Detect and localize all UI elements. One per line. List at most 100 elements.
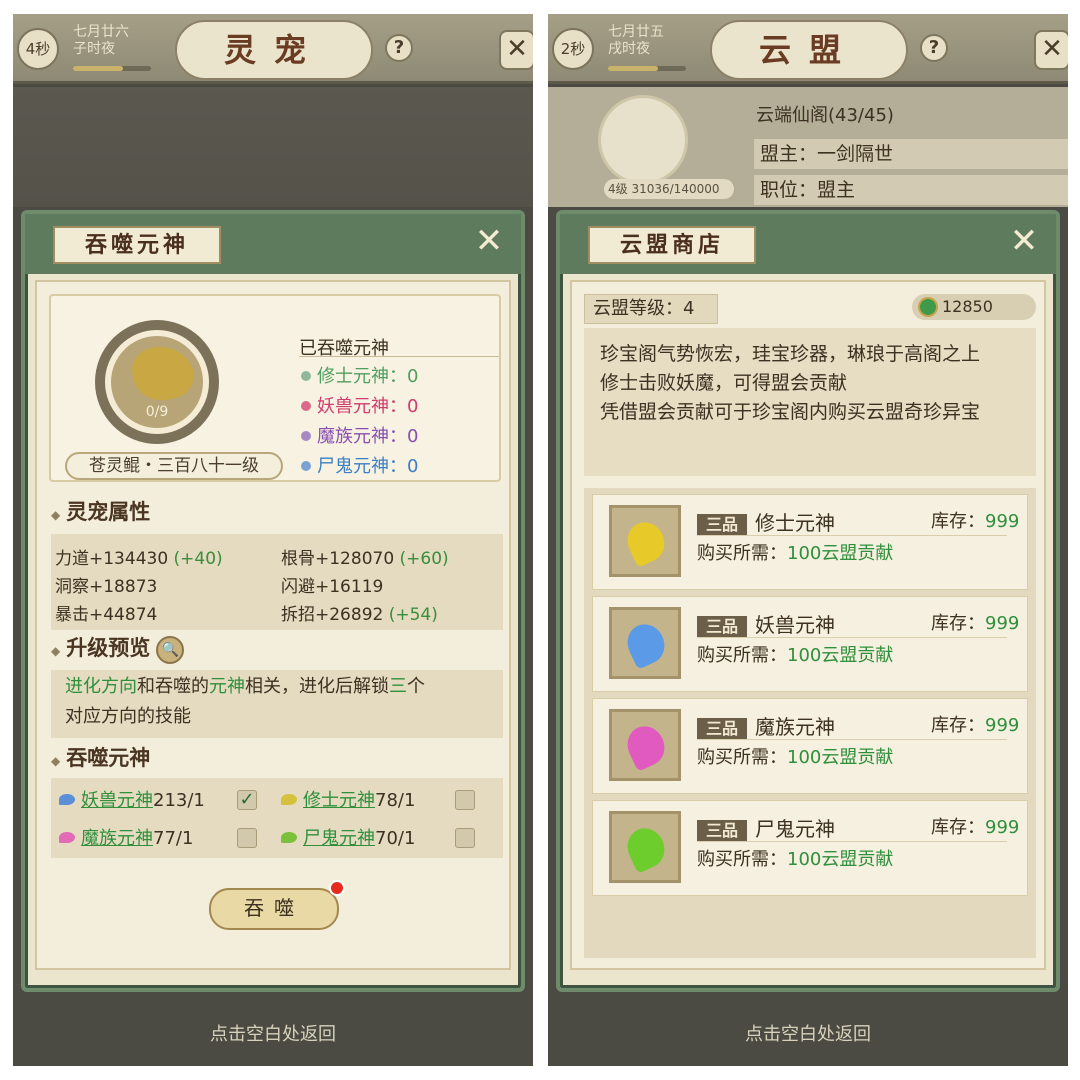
flame-icon [621,720,671,772]
checkbox-beast[interactable]: ✓ [237,790,257,810]
item-icon [609,607,681,679]
time-line: 子时夜 [73,41,115,57]
union-exp: 31036/140000 [631,182,720,196]
text: 相关，进化后解锁 [245,676,389,697]
game-date: 七月廿六 子时夜 [73,24,129,58]
text: 和吞噬的 [137,676,209,697]
return-hint[interactable]: 点击空白处返回 [13,1020,533,1046]
item-icon [609,811,681,883]
dot-icon [301,461,311,471]
item-stock: 库存：999 [931,609,1019,635]
item-link[interactable]: 尸鬼元神 [303,828,375,849]
section-label: 吞噬元神 [66,745,151,770]
search-icon[interactable]: 🔍 [156,635,185,664]
attr-insight: 洞察+18873 [55,572,157,597]
panel-close-icon[interactable]: ✕ [1006,224,1042,260]
pet-figure-icon [128,340,198,406]
shop-info: 云盟等级：4 12850 [584,294,1036,324]
devour-item-demon[interactable]: 魔族元神77/1 [59,824,193,850]
return-hint[interactable]: 点击空白处返回 [548,1020,1068,1046]
shop-list: 三品 修士元神 库存：999 购买所需：100云盟贡献 三品 妖兽元神 库存：999… [584,488,1036,958]
help-icon[interactable]: ? [385,34,413,62]
dot-icon [301,371,311,381]
background [13,87,533,207]
item-stock: 库存：999 [931,813,1019,839]
cost-value: 100云盟贡献 [787,849,894,870]
union-level-bar: 4级 31036/140000 [604,179,734,199]
attr-bonus: (+54) [388,605,438,625]
item-name: 妖兽元神 [755,613,835,637]
grade-badge: 三品 [697,514,747,536]
attr-dodge: 闪避+16119 [281,572,383,597]
attr-constitution: 根骨+128070 (+60) [281,544,449,569]
pet-summary: 0/9 苍灵鲲・三百八十一级 已吞噬元神 修士元神：0 妖兽元神：0 魔族元神：… [49,294,501,482]
devour-item-beast[interactable]: 妖兽元神213/1 [59,786,205,812]
divider [697,637,1007,638]
cost-label: 购买所需： [697,543,787,564]
desc-line: 珍宝阁气势恢宏，珪宝珍器，琳琅于高阁之上 [600,343,981,365]
stock-label: 库存： [931,715,985,736]
pet-name: 苍灵鲲・三百八十一级 [65,452,283,480]
item-link[interactable]: 修士元神 [303,790,375,811]
panel-body: 0/9 苍灵鲲・三百八十一级 已吞噬元神 修士元神：0 妖兽元神：0 魔族元神：… [35,280,511,970]
game-date: 七月廿五 戌时夜 [608,24,664,58]
checkbox-cultivator[interactable] [455,790,475,810]
item-link[interactable]: 妖兽元神 [81,790,153,811]
coin-amount: 12850 [942,297,993,316]
help-icon[interactable]: ? [920,34,948,62]
text: 个 [407,676,425,697]
time-progress [73,66,151,71]
text-highlight: 元神 [209,676,245,697]
pet-portrait[interactable]: 0/9 [95,320,219,444]
item-title: 三品 修士元神 [697,507,835,536]
union-position: 职位：盟主 [754,175,1068,205]
close-icon[interactable]: ✕ [499,30,533,70]
attr-list: 力道+134430 (+40) 根骨+128070 (+60) 洞察+18873… [51,534,503,630]
top-bar: 2秒 七月廿五 戌时夜 云盟 ? ✕ [548,14,1068,84]
item-name: 魔族元神 [755,715,835,739]
soul-count: 0/9 [145,404,169,420]
panel-title: 云盟商店 [588,226,756,264]
dot-icon [301,431,311,441]
shop-item-beast[interactable]: 三品 妖兽元神 库存：999 购买所需：100云盟贡献 [592,596,1028,692]
item-name: 尸鬼元神 [755,817,835,841]
close-icon[interactable]: ✕ [1034,30,1068,70]
flame-icon [621,822,671,874]
devour-item-ghoul[interactable]: 尸鬼元神70/1 [281,824,415,850]
stock-label: 库存： [931,511,985,532]
flame-icon [59,794,75,805]
checkbox-ghoul[interactable] [455,828,475,848]
item-count: 78/1 [375,790,416,811]
stock-value: 999 [985,613,1020,634]
eaten-demon: 魔族元神：0 [301,422,418,448]
attr-bonus: (+40) [173,549,223,569]
text-highlight: 三 [389,676,407,697]
diamond-icon: ◆ [51,508,61,522]
attr-name: 根骨+128070 [281,549,395,569]
panel-close-icon[interactable]: ✕ [471,224,507,260]
desc-line: 修士击败妖魔，可得盟会贡献 [600,372,848,394]
devour-list: 妖兽元神213/1 ✓ 修士元神78/1 魔族元神77/1 尸鬼元神70/1 [51,778,503,858]
shop-item-cultivator[interactable]: 三品 修士元神 库存：999 购买所需：100云盟贡献 [592,494,1028,590]
page-title: 云盟 [710,20,908,80]
shop-item-ghoul[interactable]: 三品 尸鬼元神 库存：999 购买所需：100云盟贡献 [592,800,1028,896]
preview-text: 进化方向和吞噬的元神相关，进化后解锁三个 对应方向的技能 [51,670,503,738]
item-name: 修士元神 [755,511,835,535]
text-highlight: 进化方向 [65,676,137,697]
attr-bonus: (+60) [399,549,449,569]
flame-icon [281,794,297,805]
shop-item-demon[interactable]: 三品 魔族元神 库存：999 购买所需：100云盟贡献 [592,698,1028,794]
pet-screen: 4秒 七月廿六 子时夜 灵宠 ? ✕ 吞噬元神 ✕ 0/9 苍灵鲲・三百八十一级 [13,14,533,1066]
checkbox-demon[interactable] [237,828,257,848]
stock-value: 999 [985,715,1020,736]
eaten-label: 妖兽元神：0 [317,396,419,417]
cost-label: 购买所需： [697,849,787,870]
page-title: 灵宠 [175,20,373,80]
divider [299,356,499,357]
flame-icon [281,832,297,843]
devour-item-cultivator[interactable]: 修士元神78/1 [281,786,415,812]
item-link[interactable]: 魔族元神 [81,828,153,849]
devour-button[interactable]: 吞噬 [209,888,339,930]
attr-crit: 暴击+44874 [55,600,157,625]
stock-value: 999 [985,511,1020,532]
